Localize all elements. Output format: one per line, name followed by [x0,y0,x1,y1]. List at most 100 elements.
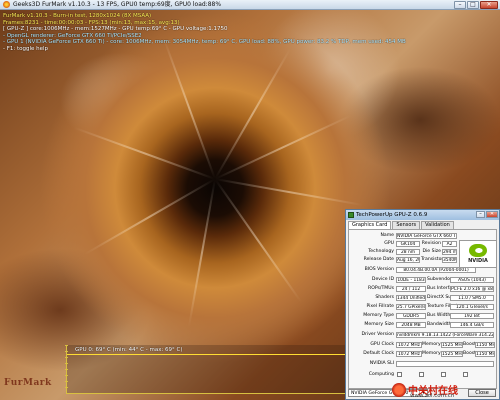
value-revision: A2 [442,240,457,247]
row-driver: Driver Version nvlddmkm 9.18.13.1422 (Fo… [349,331,498,338]
furmark-logo: FurMark [4,378,52,388]
gpuz-titlebar: TechPowerUp GPU-Z 0.6.9 – ✕ [346,210,499,220]
maximize-button[interactable]: □ [467,1,479,9]
zol-logo-icon [392,383,406,397]
row-gpuclock: GPU Clock 1072 MHz Memory 1525 MHz Boost… [349,341,498,348]
osd-gpuz: [ GPU-Z ] core:1006MHz - mem:1527MHz - G… [3,26,228,33]
label-bios: BIOS Version [364,267,394,272]
label-release: Release Date [363,257,394,262]
label-buswidth: Bus Width [427,313,451,318]
label-transistors: Transistors [421,257,446,262]
value-rops: 24 / 112 [396,285,426,292]
row-device: Device ID 10DE - 1183 Subvendor ASUS (10… [349,276,498,283]
gpuz-close-button[interactable]: ✕ [486,211,498,218]
value-memory: 1525 MHz [441,341,463,348]
furmark-osd: FurMark v1.10.3 - Burn-in test, 1280x102… [3,13,406,53]
label-rops: ROPs/TMUs [368,286,394,291]
label-defmemory: Memory [422,351,441,356]
value-gpu: GK104 [396,240,420,247]
label-texture: Texture Fillrate [427,304,461,309]
row-default-clock: Default Clock 1072 MHz Memory 1525 MHz B… [349,350,498,357]
value-defclock: 1072 MHz [396,350,422,357]
row-name: Name NVIDIA GeForce GTX 660 Ti [349,232,498,239]
nvidia-eye-icon [469,244,487,257]
gpuz-app-icon [348,212,354,218]
value-defmemory: 1525 MHz [441,350,463,357]
row-computing: Computing [349,371,498,378]
watermark-url: www.zol.com.cn [410,393,455,399]
label-die-size: Die Size [422,249,441,254]
value-texture: 120.1 GTexel/s [450,303,494,310]
value-transistors: 3540M [442,256,457,263]
graph-axis [65,345,68,393]
gpuz-title: TechPowerUp GPU-Z 0.6.9 [356,212,428,218]
value-memtype: GDDR5 [396,312,426,319]
temperature-line [67,354,347,355]
value-buswidth: 192 Bit [450,312,494,319]
tab-graphics-card[interactable]: Graphics Card [348,221,392,229]
value-release: Aug 16, 2012 [396,256,420,263]
value-bus: PCI-E 2.0 x16 @ x8 2.0 [450,285,494,292]
label-memsize: Memory Size [364,322,394,327]
osd-help: - F1: toggle help [3,45,49,52]
gpuz-panel: Name NVIDIA GeForce GTX 660 Ti GPU GK104… [348,229,497,389]
label-computing: Computing [368,372,394,377]
label-gpuclock: GPU Clock [370,342,394,347]
row-memtype: Memory Type GDDR5 Bus Width 192 Bit [349,312,498,319]
window-controls: – □ ✕ [454,1,498,9]
label-revision: Revision [421,241,441,246]
nvidia-logo: NVIDIA [459,240,497,268]
osd-title: FurMark v1.10.3 - Burn-in test, 1280x102… [3,13,152,19]
value-boost: 1150 MHz [475,341,495,348]
window-title: Geeks3D FurMark v1.10.3 - 13 FPS, GPU0 t… [13,1,222,8]
label-memory: Memory [422,342,441,347]
row-shaders: Shaders 1344 Unified DirectX Support 11.… [349,294,498,301]
cuda-checkbox[interactable] [419,372,424,377]
directcompute-checkbox[interactable] [463,372,468,377]
row-sli: NVIDIA SLI [349,360,498,367]
row-rops: ROPs/TMUs 24 / 112 Bus Interface PCI-E 2… [349,285,498,292]
physx-checkbox[interactable] [441,372,446,377]
opencl-checkbox[interactable] [397,372,402,377]
zol-watermark: 中关村在线 www.zol.com.cn [390,382,500,400]
label-bus: Bus Interface [427,286,458,291]
tab-sensors[interactable]: Sensors [392,221,421,229]
gpuz-minimize-button[interactable]: – [476,211,485,218]
value-die-size: 294 mm² [442,248,457,255]
value-gpuclock: 1072 MHz [396,341,422,348]
value-technology: 28 nm [396,248,420,255]
value-shaders: 1344 Unified [396,294,426,301]
row-pixel: Pixel Fillrate 25.7 GPixel/s Texture Fil… [349,303,498,310]
label-technology: Technology [368,249,394,254]
gpuz-window-controls: – ✕ [476,211,498,218]
label-defboost: Boost [463,351,476,356]
value-defboost: 1150 MHz [475,350,495,357]
nvidia-logo-text: NVIDIA [468,258,488,264]
label-directx: DirectX Support [427,295,464,300]
label-device: Device ID [371,277,394,282]
minimize-button[interactable]: – [454,1,466,9]
tab-validation[interactable]: Validation [421,221,454,229]
label-boost: Boost [463,342,476,347]
gpuz-window: TechPowerUp GPU-Z 0.6.9 – ✕ Graphics Car… [345,209,500,400]
label-bandwidth: Bandwidth [427,322,452,327]
close-button[interactable]: ✕ [480,1,498,9]
label-defclock: Default Clock [363,351,394,356]
label-memtype: Memory Type [363,313,394,318]
furmark-app-icon [3,1,10,8]
value-memsize: 2048 MB [396,321,426,328]
value-name: NVIDIA GeForce GTX 660 Ti [396,232,457,239]
value-directx: 11.0 / SM5.0 [450,294,494,301]
value-driver: nvlddmkm 9.18.13.1422 (ForceWare 314.22)… [396,331,494,338]
label-driver: Driver Version [361,332,395,337]
value-bandwidth: 146.4 GB/s [450,321,494,328]
label-sli: NVIDIA SLI [369,361,394,366]
graph-label: GPU 0: 69° C (min: 44° C - max: 69° C) [75,347,183,353]
label-pixel: Pixel Fillrate [366,304,394,309]
label-subvendor: Subvendor [427,277,452,282]
osd-gpu1: - GPU 1 (NVIDIA GeForce GTX 660 Ti) - co… [3,39,406,46]
gpuz-tabs: Graphics Card Sensors Validation [346,220,499,229]
value-pixel: 25.7 GPixel/s [396,303,426,310]
label-shaders: Shaders [375,295,394,300]
label-gpu: GPU [384,241,394,246]
